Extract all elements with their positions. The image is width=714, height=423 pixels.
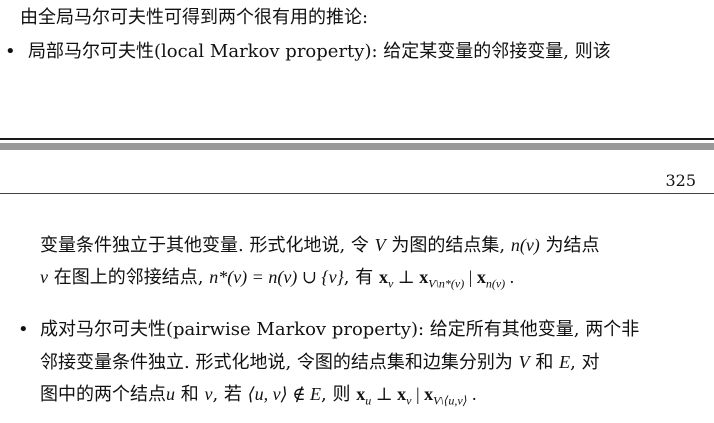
page-number: 325 bbox=[665, 171, 696, 190]
text: 为结点 bbox=[545, 235, 600, 256]
bullet1-continuation-line2: v 在图上的邻接结点, n*(v) = n(v) ∪ {v}, 有 xv ⊥ x… bbox=[40, 265, 514, 290]
math-V: V bbox=[374, 235, 386, 255]
math-V: V bbox=[518, 352, 530, 372]
math-u: u bbox=[166, 384, 175, 404]
text: 变量条件独立于其他变量. 形式化地说, 令 bbox=[40, 235, 369, 256]
page-divider-top bbox=[0, 138, 714, 140]
bullet2-pairwise-line2: 邻接变量条件独立. 形式化地说, 令图的结点集和边集分别为 V 和 E, 对 bbox=[40, 350, 600, 375]
math-E: E bbox=[559, 352, 571, 372]
math-v: v bbox=[40, 267, 48, 287]
text: 邻接变量条件独立. 形式化地说, 令图的结点集和边集分别为 bbox=[40, 352, 513, 373]
bullet1-continuation-line1: 变量条件独立于其他变量. 形式化地说, 令 V 为图的结点集, n(v) 为结点 bbox=[40, 233, 600, 258]
text: 和 bbox=[535, 352, 554, 373]
page-header-rule bbox=[0, 193, 714, 194]
math-independence-pairwise: xu ⊥ xv | xV\⟨u,v⟩ . bbox=[356, 384, 477, 408]
bullet-marker-2: • bbox=[18, 319, 29, 340]
bullet2-pairwise-line1: 成对马尔可夫性(pairwise Markov property): 给定所有其… bbox=[40, 319, 640, 340]
text: , 对 bbox=[570, 352, 600, 373]
bullet1-local-markov: 局部马尔可夫性(local Markov property): 给定某变量的邻接… bbox=[28, 41, 611, 62]
math-nv: n(v) bbox=[510, 235, 540, 255]
bullet-marker-1: • bbox=[5, 41, 16, 62]
text: 在图上的邻接结点, bbox=[53, 267, 204, 288]
text: 图中的两个结点 bbox=[40, 384, 166, 405]
math-independence-local: xv ⊥ xV\n*(v) | xn(v) . bbox=[378, 267, 515, 291]
page-gap-band bbox=[0, 143, 714, 150]
text: , 若 bbox=[212, 384, 242, 405]
math-nstar-eq: n*(v) = n(v) ∪ {v} bbox=[209, 267, 344, 287]
math-angle-uv: ⟨u, v⟩ ∉ E bbox=[247, 384, 322, 404]
intro-sentence: 由全局马尔可夫性可得到两个很有用的推论: bbox=[20, 7, 369, 28]
text: 为图的结点集, bbox=[391, 235, 506, 256]
text: 和 bbox=[180, 384, 199, 405]
text: , 则 bbox=[321, 384, 351, 405]
text: , 有 bbox=[343, 267, 374, 288]
bullet2-pairwise-line3: 图中的两个结点u 和 v, 若 ⟨u, v⟩ ∉ E, 则 xu ⊥ xv | … bbox=[40, 382, 476, 407]
